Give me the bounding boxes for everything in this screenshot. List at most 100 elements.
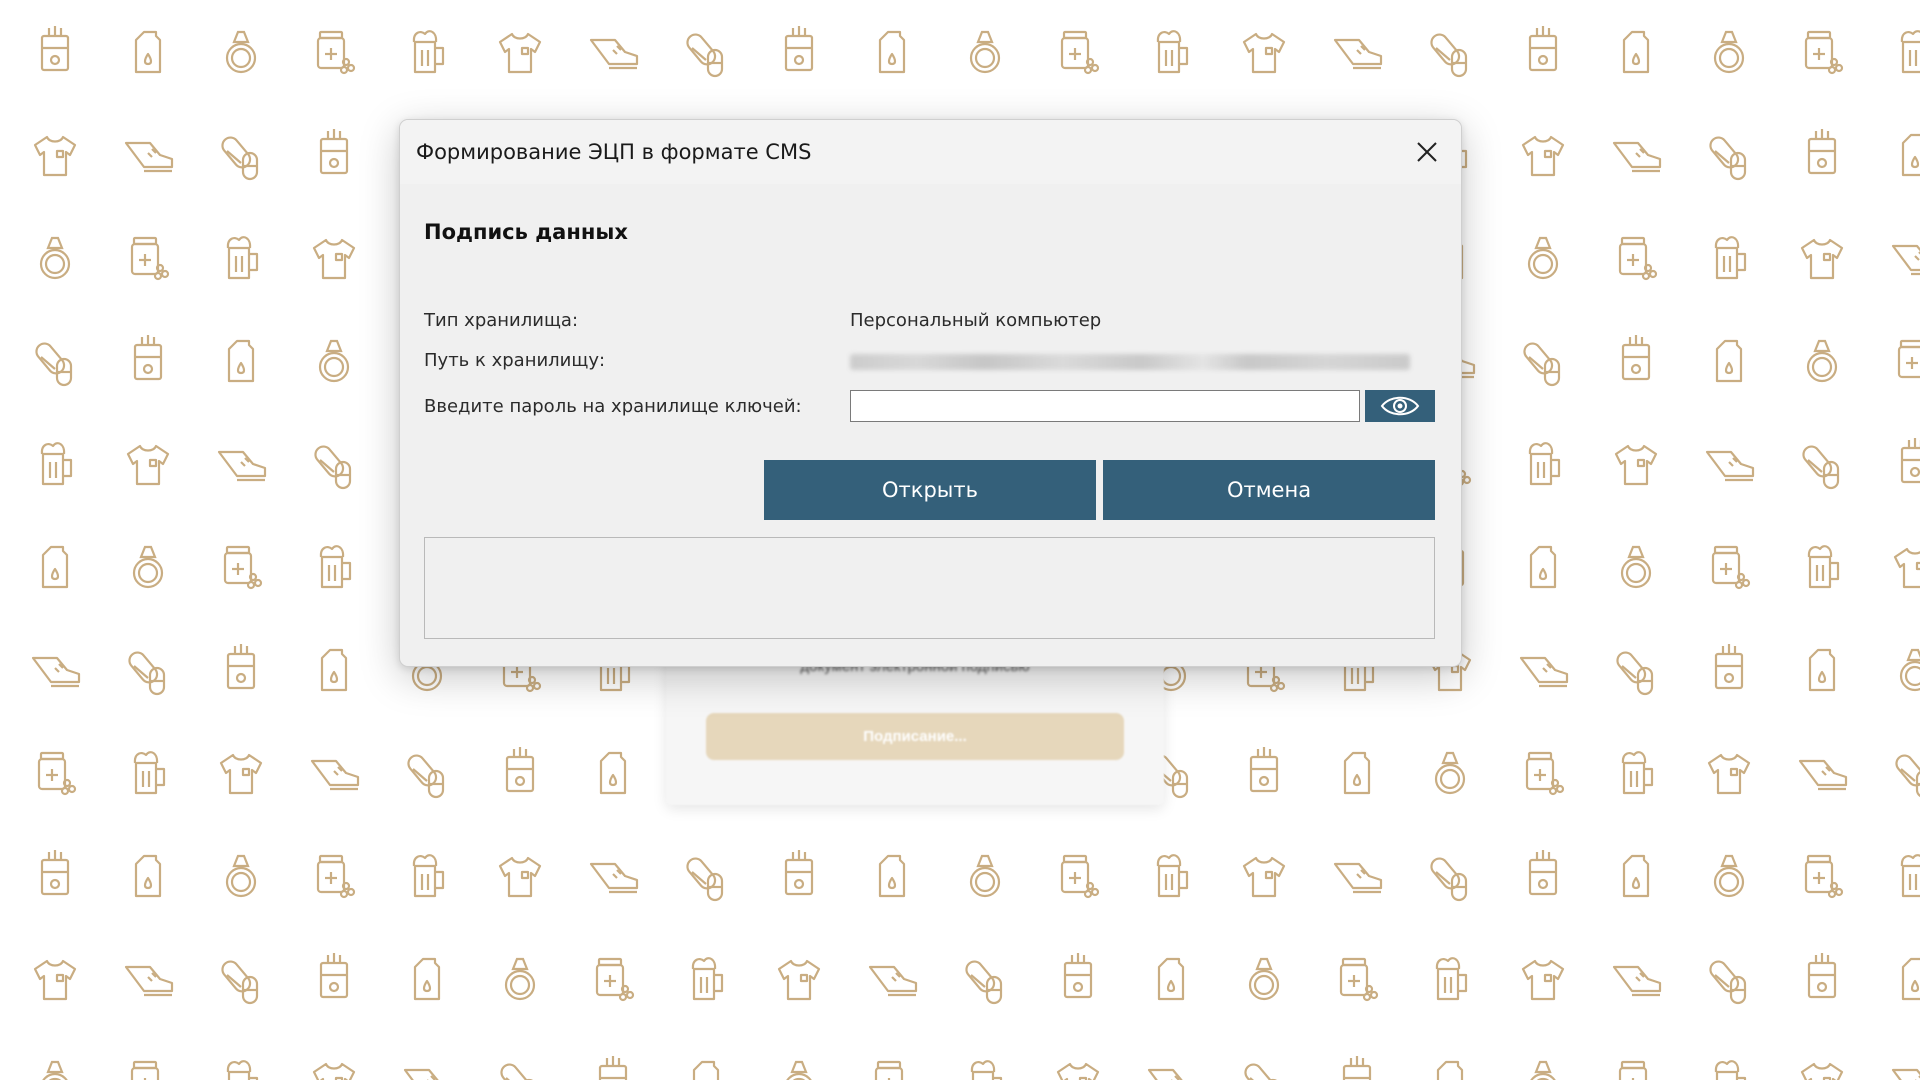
status-message-box <box>424 537 1435 639</box>
cigarette-pack-icon <box>1807 951 1837 999</box>
ring-icon <box>132 545 164 589</box>
capsule-icon <box>32 339 73 387</box>
capsule-icon <box>962 957 1003 1005</box>
pills-jar-icon <box>1804 854 1844 899</box>
canister-icon <box>1529 545 1557 589</box>
capsule-icon <box>218 133 259 181</box>
password-input[interactable] <box>850 390 1360 422</box>
show-password-button[interactable] <box>1365 390 1435 422</box>
cancel-button[interactable]: Отмена <box>1103 460 1435 520</box>
tshirt-icon <box>33 135 77 177</box>
close-button[interactable] <box>1407 132 1447 172</box>
cigarette-pack-icon <box>1342 1054 1372 1080</box>
ring-icon <box>1527 1060 1559 1080</box>
canister-icon <box>1436 1060 1464 1080</box>
capsule-icon <box>125 648 166 696</box>
sneaker-icon <box>1333 862 1383 894</box>
cigarette-pack-icon <box>1528 848 1558 896</box>
beer-mug-icon <box>133 751 166 795</box>
tshirt-icon <box>777 959 821 1001</box>
ring-icon <box>783 1060 815 1080</box>
cigarette-pack-icon <box>784 848 814 896</box>
sneaker-icon <box>1891 1068 1920 1080</box>
ring-icon <box>1434 751 1466 795</box>
pills-jar-icon <box>316 854 356 899</box>
ring-icon <box>1713 854 1745 898</box>
beer-mug-icon <box>319 545 352 589</box>
capsule-icon <box>1520 339 1561 387</box>
tshirt-icon <box>1707 753 1751 795</box>
ring-icon <box>318 339 350 383</box>
cigarette-pack-icon <box>1621 333 1651 381</box>
capsule-icon <box>1892 751 1920 799</box>
ring-icon <box>969 30 1001 74</box>
dialog-titlebar: Формирование ЭЦП в формате CMS <box>400 120 1461 184</box>
beer-mug-icon <box>1900 30 1920 74</box>
ring-icon <box>225 854 257 898</box>
beer-mug-icon <box>1900 854 1920 898</box>
ring-icon <box>1248 957 1280 1001</box>
cigarette-pack-icon <box>1714 642 1744 690</box>
storage-type-label: Тип хранилища: <box>424 310 579 331</box>
capsule-icon <box>497 1060 538 1080</box>
capsule-icon <box>311 442 352 490</box>
pills-jar-icon <box>1060 854 1100 899</box>
sneaker-icon <box>310 759 360 791</box>
beer-mug-icon <box>1714 1060 1747 1080</box>
ring-icon <box>39 236 71 280</box>
tshirt-icon <box>1800 238 1844 280</box>
canister-icon <box>878 30 906 74</box>
beer-mug-icon <box>1807 545 1840 589</box>
pills-jar-icon <box>316 30 356 75</box>
signing-progress-button: Подписание... <box>706 713 1124 760</box>
cigarette-pack-icon <box>1528 24 1558 72</box>
ring-icon <box>1620 545 1652 589</box>
canister-icon <box>1622 854 1650 898</box>
sneaker-icon <box>868 965 918 997</box>
ring-icon <box>39 1060 71 1080</box>
pills-jar-icon <box>130 236 170 281</box>
tshirt-icon <box>312 238 356 280</box>
storage-type-value: Персональный компьютер <box>850 310 1102 331</box>
beer-mug-icon <box>1156 30 1189 74</box>
tshirt-icon <box>126 444 170 486</box>
ring-icon <box>1527 236 1559 280</box>
capsule-icon <box>1427 854 1468 902</box>
pills-jar-icon <box>130 1060 170 1080</box>
canister-icon <box>320 648 348 692</box>
tshirt-icon <box>1800 1062 1844 1080</box>
canister-icon <box>134 30 162 74</box>
capsule-icon <box>1799 442 1840 490</box>
storage-path-label: Путь к хранилищу: <box>424 350 606 371</box>
capsule-icon <box>1613 648 1654 696</box>
pills-jar-icon <box>1060 30 1100 75</box>
beer-mug-icon <box>412 854 445 898</box>
sneaker-icon <box>1891 244 1920 276</box>
canister-icon <box>692 1060 720 1080</box>
beer-mug-icon <box>412 30 445 74</box>
capsule-icon <box>404 751 445 799</box>
cigarette-pack-icon <box>1063 951 1093 999</box>
beer-mug-icon <box>1528 442 1561 486</box>
pills-jar-icon <box>1897 339 1920 384</box>
capsule-icon <box>1427 30 1468 78</box>
cigarette-pack-icon <box>319 951 349 999</box>
cigarette-pack-icon <box>1807 127 1837 175</box>
cigarette-pack-icon <box>784 24 814 72</box>
tshirt-icon <box>498 32 542 74</box>
tshirt-icon <box>1521 959 1565 1001</box>
canister-icon <box>227 339 255 383</box>
capsule-icon <box>1241 1060 1282 1080</box>
open-button[interactable]: Открыть <box>764 460 1096 520</box>
canister-icon <box>1901 957 1920 1001</box>
cms-signature-dialog: Формирование ЭЦП в формате CMS Подпись д… <box>399 119 1462 667</box>
tshirt-icon <box>33 959 77 1001</box>
close-icon <box>1417 142 1437 162</box>
sneaker-icon <box>403 1068 453 1080</box>
ring-icon <box>1806 339 1838 383</box>
canister-icon <box>599 751 627 795</box>
cigarette-pack-icon <box>1249 745 1279 793</box>
storage-path-value-redacted <box>850 354 1410 370</box>
beer-mug-icon <box>1621 751 1654 795</box>
cigarette-pack-icon <box>505 745 535 793</box>
